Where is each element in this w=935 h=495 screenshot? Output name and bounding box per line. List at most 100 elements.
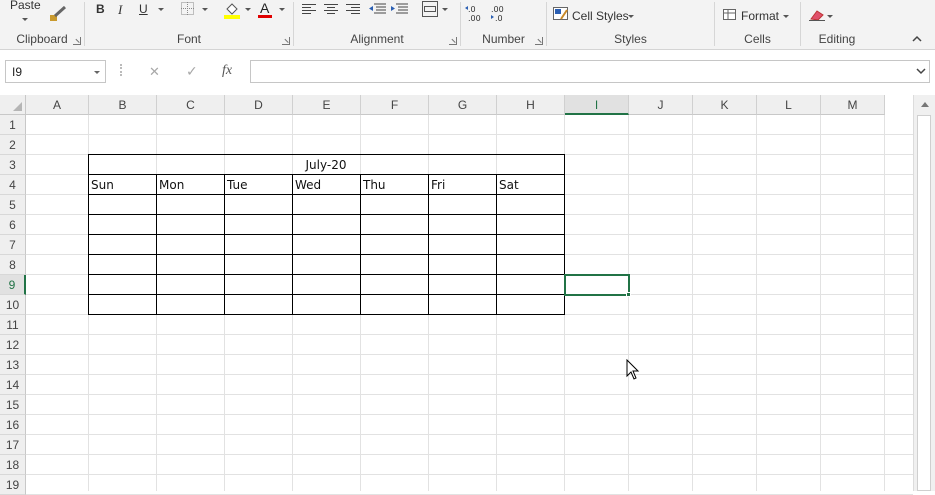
paste-dropdown-icon[interactable] <box>22 18 28 21</box>
underline-dropdown-icon[interactable] <box>158 8 164 11</box>
calendar-title-cell[interactable]: July-20 <box>88 155 564 175</box>
font-launcher-icon[interactable] <box>282 37 290 45</box>
row-header-11[interactable]: 11 <box>0 315 26 335</box>
svg-text:.0: .0 <box>468 5 476 14</box>
column-header-k[interactable]: K <box>693 95 757 115</box>
name-box-dropdown-icon[interactable] <box>94 71 100 74</box>
day-header-cell[interactable]: Sun <box>89 175 156 195</box>
name-box[interactable]: I9 <box>5 60 106 83</box>
gridline <box>26 434 913 435</box>
row-header-2[interactable]: 2 <box>0 135 26 155</box>
row-header-9[interactable]: 9 <box>0 275 26 295</box>
scrollbar-thumb[interactable] <box>917 115 931 491</box>
splitter-handle[interactable] <box>120 64 122 76</box>
font-group: B I U A Font <box>85 0 293 49</box>
merge-dropdown-icon[interactable] <box>442 8 448 11</box>
row-header-7[interactable]: 7 <box>0 235 26 255</box>
column-header-e[interactable]: E <box>293 95 361 115</box>
clear-dropdown-icon[interactable] <box>827 15 833 18</box>
styles-group-label: Styles <box>614 32 647 46</box>
font-color-swatch <box>258 15 272 18</box>
column-header-b[interactable]: B <box>89 95 157 115</box>
cell-styles-dropdown-icon[interactable] <box>628 15 634 18</box>
alignment-launcher-icon[interactable] <box>449 37 457 45</box>
worksheet-grid[interactable]: ABCDEFGHIJKLM 1 2 3 4 5 6 7 8 9 10 11 12 13 14 15 16 17 1… <box>0 95 935 495</box>
row-header-1[interactable]: 1 <box>0 115 26 135</box>
align-center-icon[interactable] <box>324 4 338 16</box>
row-header-6[interactable]: 6 <box>0 215 26 235</box>
fill-dropdown-icon[interactable] <box>245 8 251 11</box>
day-header-cell[interactable]: Mon <box>157 175 224 195</box>
column-header-g[interactable]: G <box>429 95 497 115</box>
paint-bucket-icon[interactable] <box>223 1 241 19</box>
row-header-5[interactable]: 5 <box>0 195 26 215</box>
format-icon[interactable] <box>723 9 737 21</box>
row-header-12[interactable]: 12 <box>0 335 26 355</box>
eraser-icon[interactable] <box>809 9 825 21</box>
cell-styles-icon[interactable] <box>553 7 569 21</box>
clipboard-launcher-icon[interactable] <box>73 37 81 45</box>
format-button[interactable]: Format <box>741 9 779 23</box>
row-header-16[interactable]: 16 <box>0 415 26 435</box>
day-header-cell[interactable]: Tue <box>225 175 292 195</box>
underline-button[interactable]: U <box>139 2 148 16</box>
day-header-cell[interactable]: Sat <box>497 175 564 195</box>
font-color-dropdown-icon[interactable] <box>279 8 285 11</box>
paintbrush-icon[interactable] <box>49 6 67 22</box>
day-header-cell[interactable]: Wed <box>293 175 360 195</box>
scroll-up-icon[interactable] <box>920 100 930 108</box>
column-header-a[interactable]: A <box>26 95 89 115</box>
decrease-indent-icon[interactable] <box>368 3 386 15</box>
column-header-i[interactable]: I <box>565 95 629 115</box>
borders-dropdown-icon[interactable] <box>202 8 208 11</box>
cell-border <box>88 274 565 275</box>
italic-button[interactable]: I <box>118 2 122 18</box>
cancel-button[interactable]: ✕ <box>149 64 160 80</box>
gridline <box>26 394 913 395</box>
bold-button[interactable]: B <box>96 2 105 16</box>
column-header-d[interactable]: D <box>225 95 293 115</box>
align-right-icon[interactable] <box>346 4 360 16</box>
row-header-14[interactable]: 14 <box>0 375 26 395</box>
vertical-scrollbar[interactable] <box>913 95 935 491</box>
row-header-18[interactable]: 18 <box>0 455 26 475</box>
borders-icon[interactable] <box>181 2 194 15</box>
merge-icon[interactable] <box>422 1 438 17</box>
format-dropdown-icon[interactable] <box>783 15 789 18</box>
increase-decimal-icon[interactable]: .0 .00 <box>465 3 485 23</box>
insert-function-button[interactable]: fx <box>222 63 232 79</box>
cell-styles-button[interactable]: Cell Styles <box>572 9 629 23</box>
row-header-19[interactable]: 19 <box>0 475 26 495</box>
chevron-down-icon[interactable] <box>916 67 926 75</box>
cell-border <box>88 314 565 315</box>
select-all-button[interactable] <box>0 95 26 115</box>
day-header-cell[interactable]: Fri <box>429 175 496 195</box>
row-header-15[interactable]: 15 <box>0 395 26 415</box>
font-color-icon[interactable]: A <box>260 0 269 16</box>
cell-border <box>428 174 429 315</box>
enter-button[interactable]: ✓ <box>186 63 198 80</box>
fill-handle[interactable] <box>626 292 631 297</box>
increase-indent-icon[interactable] <box>390 3 408 15</box>
day-header-cell[interactable]: Thu <box>361 175 428 195</box>
decrease-decimal-icon[interactable]: .00 .0 <box>489 3 509 23</box>
column-header-f[interactable]: F <box>361 95 429 115</box>
row-header-3[interactable]: 3 <box>0 155 26 175</box>
number-launcher-icon[interactable] <box>535 37 543 45</box>
paste-button[interactable]: Paste <box>10 0 41 12</box>
row-header-8[interactable]: 8 <box>0 255 26 275</box>
row-header-13[interactable]: 13 <box>0 355 26 375</box>
column-header-c[interactable]: C <box>157 95 225 115</box>
row-header-4[interactable]: 4 <box>0 175 26 195</box>
formula-input[interactable] <box>250 60 930 83</box>
column-header-m[interactable]: M <box>821 95 885 115</box>
row-header-10[interactable]: 10 <box>0 295 26 315</box>
column-header-j[interactable]: J <box>629 95 693 115</box>
clipboard-group-label: Clipboard <box>16 32 68 46</box>
number-group-label: Number <box>482 32 525 46</box>
column-header-l[interactable]: L <box>757 95 821 115</box>
row-header-17[interactable]: 17 <box>0 435 26 455</box>
align-left-icon[interactable] <box>302 4 316 16</box>
column-header-h[interactable]: H <box>497 95 565 115</box>
chevron-up-icon[interactable] <box>912 35 922 43</box>
